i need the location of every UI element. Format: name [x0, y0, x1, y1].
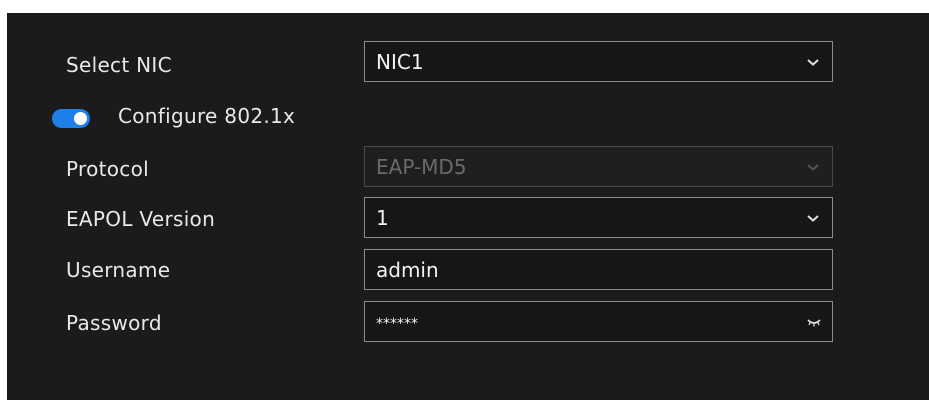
username-value: admin: [376, 258, 439, 282]
configure-8021x-label: Configure 802.1x: [118, 104, 296, 128]
password-input[interactable]: ******: [364, 301, 833, 342]
select-nic-dropdown[interactable]: NIC1: [364, 41, 833, 82]
password-value: ******: [376, 316, 418, 332]
configure-8021x-toggle[interactable]: [52, 109, 90, 128]
password-label: Password: [66, 311, 162, 335]
protocol-value: EAP-MD5: [376, 155, 467, 179]
username-input[interactable]: admin: [364, 249, 833, 290]
eye-closed-icon[interactable]: [806, 317, 822, 327]
select-nic-value: NIC1: [376, 50, 424, 74]
chevron-down-icon: [807, 59, 819, 66]
network-8021x-settings-panel: Select NIC NIC1 Configure 802.1x Protoco…: [7, 13, 929, 400]
eapol-version-label: EAPOL Version: [66, 207, 216, 231]
chevron-down-icon: [807, 164, 819, 171]
username-label: Username: [66, 258, 171, 282]
protocol-dropdown[interactable]: EAP-MD5: [364, 146, 833, 187]
eapol-version-value: 1: [376, 206, 389, 230]
chevron-down-icon: [807, 215, 819, 222]
eapol-version-dropdown[interactable]: 1: [364, 197, 833, 238]
protocol-label: Protocol: [66, 157, 149, 181]
toggle-knob: [74, 112, 87, 125]
select-nic-label: Select NIC: [66, 53, 172, 77]
